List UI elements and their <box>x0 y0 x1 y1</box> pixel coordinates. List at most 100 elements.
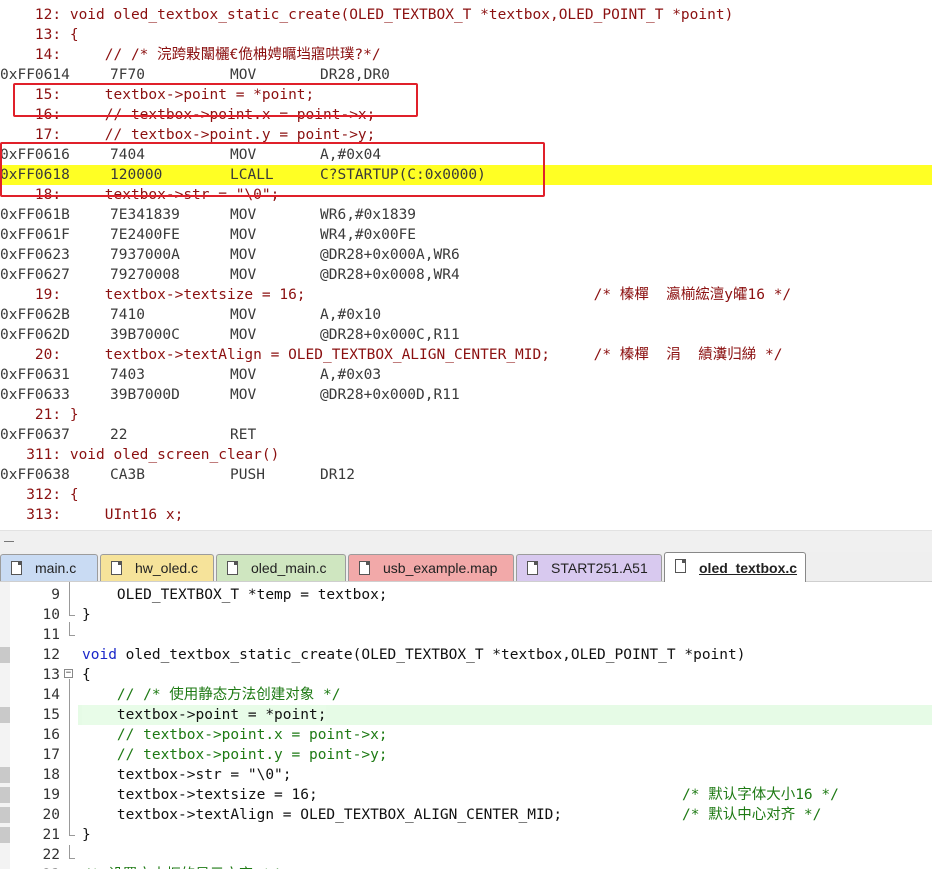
code-text: // /* 使用静态方法创建对象 */ <box>82 687 341 703</box>
tab-oled-textbox-c[interactable]: oled_textbox.c <box>664 552 806 582</box>
disasm-instruction[interactable]: 0xFF061B 7E341839 MOV WR6,#0x1839 <box>0 205 932 225</box>
disasm-source-line[interactable]: 12: void oled_textbox_static_create(OLED… <box>0 5 932 25</box>
opcode-bytes: 79270008 <box>110 267 180 283</box>
opcode-bytes: 120000 <box>110 167 163 183</box>
disasm-source-line[interactable]: 18: textbox->str = "\0"; <box>0 185 932 205</box>
file-icon <box>527 561 538 575</box>
tab-usb-example-map[interactable]: usb_example.map <box>348 554 514 581</box>
editor-line[interactable]: 12 void oled_textbox_static_create(OLED_T… <box>0 645 932 665</box>
disasm-source-line[interactable]: 313: UInt16 x; <box>0 505 932 525</box>
editor-line[interactable]: 20 textbox->textAlign = OLED_TEXTBOX_ALI… <box>0 805 932 825</box>
tab-label: usb_example.map <box>383 560 498 576</box>
tab-label: hw_oled.c <box>135 560 199 576</box>
disasm-source-line[interactable]: 20: textbox->textAlign = OLED_TEXTBOX_AL… <box>0 345 932 365</box>
opcode-bytes: 7410 <box>110 307 145 323</box>
fold-guide <box>69 845 70 859</box>
disasm-source-line[interactable]: 312: { <box>0 485 932 505</box>
disasm-instruction[interactable]: 0xFF0638 CA3B PUSH DR12 <box>0 465 932 485</box>
disasm-instruction[interactable]: 0xFF062B 7410 MOV A,#0x10 <box>0 305 932 325</box>
address: 0xFF062D <box>0 327 70 343</box>
editor-line[interactable]: 13 { <box>0 665 932 685</box>
file-icon <box>359 561 370 575</box>
disasm-source-line[interactable]: 13: { <box>0 25 932 45</box>
disassembly-window[interactable]: 12: void oled_textbox_static_create(OLED… <box>0 0 932 530</box>
operands: C?STARTUP(C:0x0000) <box>320 167 486 183</box>
address: 0xFF061B <box>0 207 70 223</box>
address: 0xFF0637 <box>0 427 70 443</box>
trailing-comment: /* 默认中心对齐 */ <box>682 807 822 823</box>
editor-line[interactable]: 14 // /* 使用静态方法创建对象 */ <box>0 685 932 705</box>
line-number: 18 <box>42 767 60 783</box>
line-number: 21 <box>42 827 60 843</box>
mnemonic: MOV <box>230 267 257 283</box>
disasm-source-line[interactable]: 21: } <box>0 405 932 425</box>
tab-start251-a51[interactable]: START251.A51 <box>516 554 662 581</box>
opcode-bytes: 7403 <box>110 367 145 383</box>
line-number: 22 <box>42 847 60 863</box>
disasm-instruction[interactable]: 0xFF0627 79270008 MOV @DR28+0x0008,WR4 <box>0 265 932 285</box>
code-coverage-marker <box>0 647 10 663</box>
fold-end <box>69 835 75 836</box>
disasm-instruction[interactable]: 0xFF062D 39B7000C MOV @DR28+0x000C,R11 <box>0 325 932 345</box>
opcode-bytes: 39B7000C <box>110 327 180 343</box>
editor-line[interactable]: 18 textbox->str = "\0"; <box>0 765 932 785</box>
source-editor[interactable]: 9 OLED_TEXTBOX_T *temp = textbox; 10} 11 12… <box>0 582 932 869</box>
address: 0xFF0616 <box>0 147 70 163</box>
disasm-instruction[interactable]: 0xFF0637 22 RET <box>0 425 932 445</box>
mnemonic: MOV <box>230 147 257 163</box>
address: 0xFF0631 <box>0 367 70 383</box>
tab-hw-oled-c[interactable]: hw_oled.c <box>100 554 214 581</box>
address: 0xFF0623 <box>0 247 70 263</box>
fold-guide <box>69 582 70 616</box>
disasm-source-line[interactable]: 15: textbox->point = *point; <box>0 85 932 105</box>
disasm-instruction[interactable]: 0xFF0623 7937000A MOV @DR28+0x000A,WR6 <box>0 245 932 265</box>
source-text: 13: { <box>0 27 79 43</box>
tab-main-c[interactable]: main.c <box>0 554 98 581</box>
disasm-instruction[interactable]: 0xFF0614 7F70 MOV DR28,DR0 <box>0 65 932 85</box>
disasm-instruction[interactable]: 0xFF0633 39B7000D MOV @DR28+0x000D,R11 <box>0 385 932 405</box>
code-coverage-marker <box>0 707 10 723</box>
pane-splitter[interactable] <box>0 530 932 553</box>
editor-line[interactable]: 21} <box>0 825 932 845</box>
disasm-source-line[interactable]: 17: // textbox->point.y = point->y; <box>0 125 932 145</box>
fold-toggle-icon[interactable]: − <box>64 669 73 678</box>
tab-oled-main-c[interactable]: oled_main.c <box>216 554 346 581</box>
disasm-source-line[interactable]: 311: void oled_screen_clear() <box>0 445 932 465</box>
editor-line[interactable]: 16 // textbox->point.x = point->x; <box>0 725 932 745</box>
file-icon <box>11 561 22 575</box>
editor-line[interactable]: 10} <box>0 605 932 625</box>
disasm-instruction[interactable]: 0xFF061F 7E2400FE MOV WR4,#0x00FE <box>0 225 932 245</box>
disasm-source-line[interactable]: 14: // /* 浣跨敤闈欐€佹柟娉曞垱寤哄璞?*/ <box>0 45 932 65</box>
source-text: 312: { <box>0 487 79 503</box>
fold-end <box>69 615 75 616</box>
address: 0xFF062B <box>0 307 70 323</box>
operands: @DR28+0x000D,R11 <box>320 387 460 403</box>
editor-line[interactable]: 15 textbox->point = *point; <box>0 705 932 725</box>
opcode-bytes: 7404 <box>110 147 145 163</box>
fold-end <box>69 635 75 636</box>
opcode-bytes: 7E2400FE <box>110 227 180 243</box>
code-text: /* 设置文本框的显示文字 */ <box>82 865 279 869</box>
fold-end <box>69 858 75 859</box>
address: 0xFF0638 <box>0 467 70 483</box>
tab-label: main.c <box>35 560 77 576</box>
editor-line[interactable]: 22 <box>0 845 932 865</box>
tab-label: oled_main.c <box>251 560 327 576</box>
disasm-instruction[interactable]: 0xFF0616 7404 MOV A,#0x04 <box>0 145 932 165</box>
source-text: 20: textbox->textAlign = OLED_TEXTBOX_AL… <box>0 347 783 363</box>
disasm-source-line[interactable]: 19: textbox->textsize = 16; /* 榛樿 瀛椾綋澶у皬… <box>0 285 932 305</box>
operands: DR12 <box>320 467 355 483</box>
editor-line[interactable]: 19 textbox->textsize = 16; /* 默认字体大小16 */ <box>0 785 932 805</box>
editor-line[interactable]: 11 <box>0 625 932 645</box>
editor-line[interactable]: 23 /* 设置文本框的显示文字 */ <box>0 865 932 869</box>
opcode-bytes: 7937000A <box>110 247 180 263</box>
editor-line[interactable]: 17 // textbox->point.y = point->y; <box>0 745 932 765</box>
line-number: 23 <box>16 865 60 869</box>
disasm-current-instruction[interactable]: 0xFF0618 120000 LCALL C?STARTUP(C:0x0000) <box>0 165 932 185</box>
disasm-source-line[interactable]: 16: // textbox->point.x = point->x; <box>0 105 932 125</box>
tab-label: oled_textbox.c <box>699 560 798 576</box>
source-text: 21: } <box>0 407 79 423</box>
disasm-instruction[interactable]: 0xFF0631 7403 MOV A,#0x03 <box>0 365 932 385</box>
editor-line[interactable]: 9 OLED_TEXTBOX_T *temp = textbox; <box>0 585 932 605</box>
operands: A,#0x03 <box>320 367 382 383</box>
